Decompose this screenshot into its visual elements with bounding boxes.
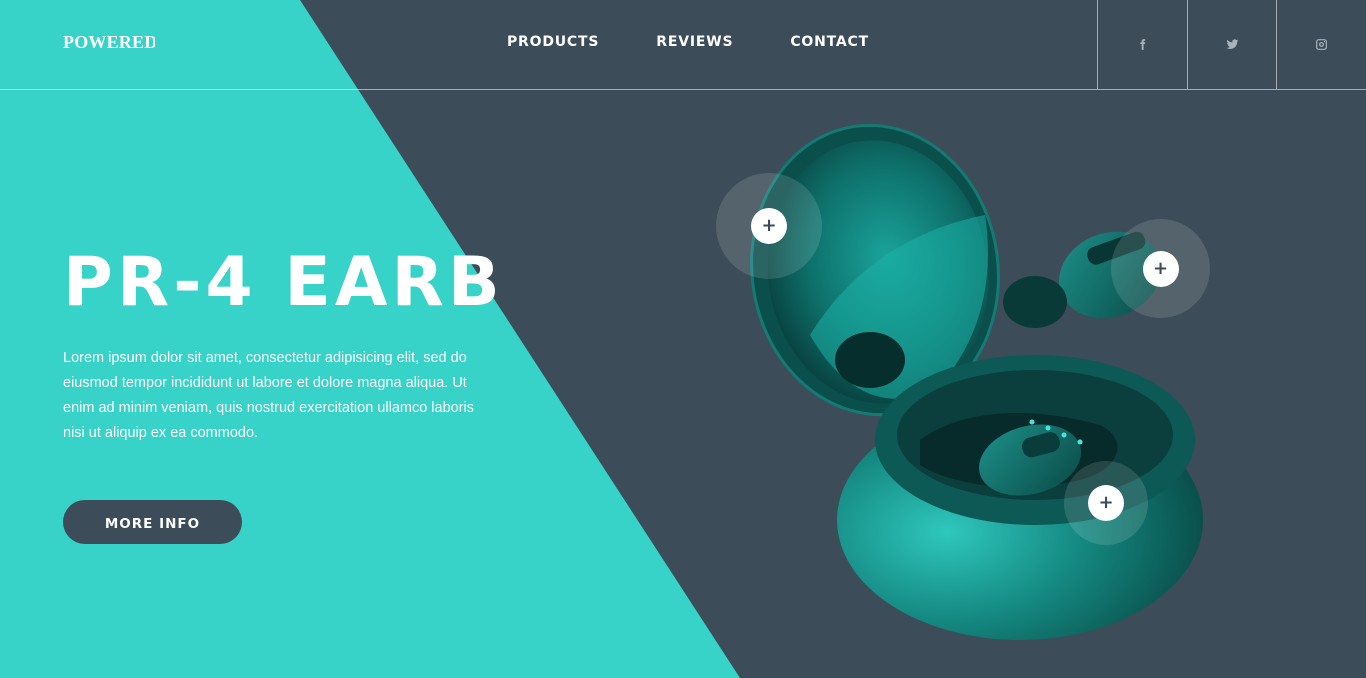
hero-description: Lorem ipsum dolor sit amet, consectetur … xyxy=(63,350,475,441)
plus-icon: + xyxy=(1088,485,1124,521)
hero-title: PR-4 EARBUDS xyxy=(63,243,508,322)
facebook-icon xyxy=(1140,39,1146,50)
social-link-instagram[interactable] xyxy=(1276,0,1366,89)
plus-icon: + xyxy=(1142,250,1179,287)
nav-item-products[interactable]: PRODUCTS xyxy=(507,34,599,50)
social-link-facebook[interactable] xyxy=(1097,0,1187,89)
brand-logo[interactable]: POWERED xyxy=(63,32,155,54)
hotspot-case[interactable]: + xyxy=(1064,461,1148,545)
main-nav: PRODUCTS REVIEWS CONTACT xyxy=(507,34,869,50)
hotspot-lid[interactable]: + xyxy=(716,173,822,279)
plus-icon: + xyxy=(751,208,787,244)
hotspot-earbud[interactable]: + xyxy=(1111,219,1210,318)
nav-item-reviews[interactable]: REVIEWS xyxy=(656,34,733,50)
social-link-twitter[interactable] xyxy=(1187,0,1277,89)
more-info-button[interactable]: MORE INFO xyxy=(63,500,242,544)
twitter-icon xyxy=(1226,39,1239,49)
nav-item-contact[interactable]: CONTACT xyxy=(790,34,869,50)
header-divider xyxy=(0,89,1366,90)
instagram-icon xyxy=(1316,39,1327,50)
